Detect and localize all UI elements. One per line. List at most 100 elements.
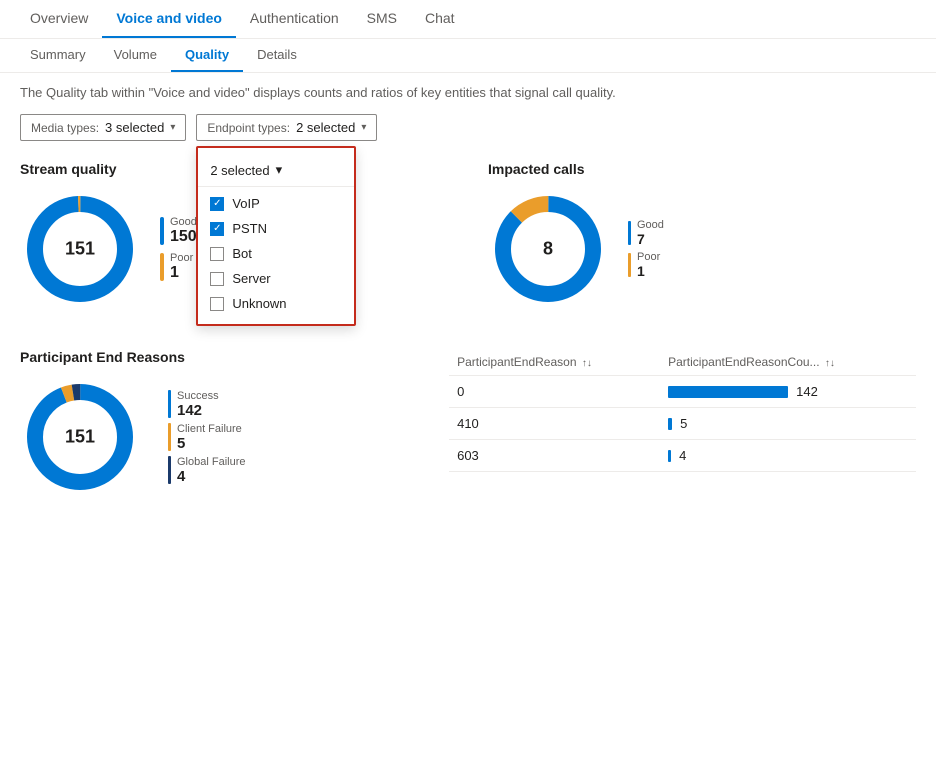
per-client-label: Client Failure — [177, 423, 242, 435]
tab-chat[interactable]: Chat — [411, 0, 469, 38]
pstn-checkbox[interactable] — [210, 222, 224, 236]
media-types-chevron-icon: ▾ — [170, 122, 175, 133]
main-content: The Quality tab within "Voice and video"… — [0, 73, 936, 509]
subtab-quality[interactable]: Quality — [171, 39, 243, 72]
count-bar — [668, 450, 671, 462]
participant-chart-content: 151 Success 142 Client Failure — [20, 377, 409, 497]
table-row: 0 142 — [449, 376, 916, 408]
voip-label: VoIP — [232, 196, 259, 211]
per-global-bar — [168, 456, 171, 484]
poor-bar — [160, 253, 164, 281]
impacted-calls-title: Impacted calls — [488, 161, 916, 177]
endpoint-types-value: 2 selected — [296, 120, 355, 135]
poor-text: Poor 1 — [170, 252, 193, 282]
imp-poor-count: 1 — [637, 263, 660, 279]
tab-authentication[interactable]: Authentication — [236, 0, 353, 38]
dropdown-selected-value: 2 selected — [210, 163, 269, 178]
participant-total: 151 — [65, 427, 95, 448]
count-value: 5 — [680, 416, 687, 431]
imp-poor-text: Poor 1 — [637, 251, 660, 279]
media-types-filter[interactable]: Media types: 3 selected ▾ — [20, 114, 186, 141]
subtab-summary[interactable]: Summary — [16, 39, 100, 72]
unknown-checkbox[interactable] — [210, 297, 224, 311]
col-reason[interactable]: ParticipantEndReason ↑↓ — [449, 349, 660, 376]
bot-checkbox[interactable] — [210, 247, 224, 261]
count-bar — [668, 386, 788, 398]
good-bar — [160, 217, 164, 245]
stream-quality-legend: Good 150 Poor 1 — [160, 216, 197, 282]
top-navigation: Overview Voice and video Authentication … — [0, 0, 936, 39]
imp-good-text: Good 7 — [637, 219, 664, 247]
table-bar-wrap: 142 — [668, 384, 908, 399]
filters-row: Media types: 3 selected ▾ Endpoint types… — [20, 114, 916, 141]
count-value: 4 — [679, 448, 686, 463]
sort-reason-icon[interactable]: ↑↓ — [582, 358, 592, 369]
bot-label: Bot — [232, 246, 252, 261]
per-global: Global Failure 4 — [168, 456, 245, 485]
voip-checkbox[interactable] — [210, 197, 224, 211]
endpoint-option-unknown[interactable]: Unknown — [198, 291, 354, 316]
server-checkbox[interactable] — [210, 272, 224, 286]
quality-description: The Quality tab within "Voice and video"… — [20, 85, 916, 100]
participant-row: Participant End Reasons 151 Suc — [20, 349, 916, 497]
endpoint-option-server[interactable]: Server — [198, 266, 354, 291]
endpoint-types-filter[interactable]: Endpoint types: 2 selected ▾ — [196, 114, 377, 141]
subtab-details[interactable]: Details — [243, 39, 311, 72]
dropdown-header-value: 2 selected ▾ — [198, 156, 354, 187]
endpoint-types-chevron-icon: ▾ — [361, 122, 366, 133]
col-count[interactable]: ParticipantEndReasonCou... ↑↓ — [660, 349, 916, 376]
endpoint-option-bot[interactable]: Bot — [198, 241, 354, 266]
table-cell-reason: 603 — [449, 440, 660, 472]
table-cell-count: 4 — [660, 440, 916, 472]
participant-table: ParticipantEndReason ↑↓ ParticipantEndRe… — [449, 349, 916, 472]
stream-quality-good: Good 150 — [160, 216, 197, 246]
col-count-label: ParticipantEndReasonCou... — [668, 355, 819, 369]
stream-quality-total: 151 — [65, 239, 95, 260]
media-types-label: Media types: — [31, 121, 99, 135]
imp-poor-bar — [628, 253, 631, 277]
tab-sms[interactable]: SMS — [353, 0, 411, 38]
sub-navigation: Summary Volume Quality Details — [0, 39, 936, 73]
count-bar — [668, 418, 672, 430]
table-cell-reason: 0 — [449, 376, 660, 408]
charts-row: Stream quality 151 Good — [20, 161, 916, 309]
endpoint-types-container: Endpoint types: 2 selected ▾ 2 selected … — [196, 114, 377, 141]
impacted-good: Good 7 — [628, 219, 664, 247]
per-global-text: Global Failure 4 — [177, 456, 245, 485]
table-row: 603 4 — [449, 440, 916, 472]
impacted-legend: Good 7 Poor 1 — [628, 219, 664, 279]
impacted-poor: Poor 1 — [628, 251, 664, 279]
stream-quality-poor: Poor 1 — [160, 252, 197, 282]
col-reason-label: ParticipantEndReason — [457, 355, 576, 369]
participant-table-section: ParticipantEndReason ↑↓ ParticipantEndRe… — [449, 349, 916, 497]
impacted-calls-section: Impacted calls 8 Good — [488, 161, 916, 309]
participant-donut: 151 — [20, 377, 140, 497]
endpoint-types-dropdown: 2 selected ▾ VoIP PSTN Bot Server — [196, 146, 356, 326]
endpoint-option-pstn[interactable]: PSTN — [198, 216, 354, 241]
per-success-count: 142 — [177, 402, 219, 419]
good-label: Good — [170, 216, 197, 228]
participant-legend: Success 142 Client Failure 5 — [168, 390, 245, 485]
poor-count: 1 — [170, 264, 193, 282]
per-client-count: 5 — [177, 435, 242, 452]
sort-count-icon[interactable]: ↑↓ — [825, 358, 835, 369]
table-cell-reason: 410 — [449, 408, 660, 440]
per-client-text: Client Failure 5 — [177, 423, 242, 452]
count-value: 142 — [796, 384, 818, 399]
impacted-calls-total: 8 — [543, 239, 553, 260]
per-success: Success 142 — [168, 390, 245, 419]
good-count: 150 — [170, 228, 197, 246]
table-bar-wrap: 5 — [668, 416, 908, 431]
per-client-bar — [168, 423, 171, 451]
subtab-volume[interactable]: Volume — [100, 39, 171, 72]
media-types-value: 3 selected — [105, 120, 164, 135]
participant-title: Participant End Reasons — [20, 349, 409, 365]
tab-overview[interactable]: Overview — [16, 0, 102, 38]
table-cell-count: 5 — [660, 408, 916, 440]
endpoint-option-voip[interactable]: VoIP — [198, 191, 354, 216]
table-cell-count: 142 — [660, 376, 916, 408]
per-global-count: 4 — [177, 468, 245, 485]
table-bar-wrap: 4 — [668, 448, 908, 463]
imp-good-label: Good — [637, 219, 664, 231]
tab-voice-video[interactable]: Voice and video — [102, 0, 236, 38]
